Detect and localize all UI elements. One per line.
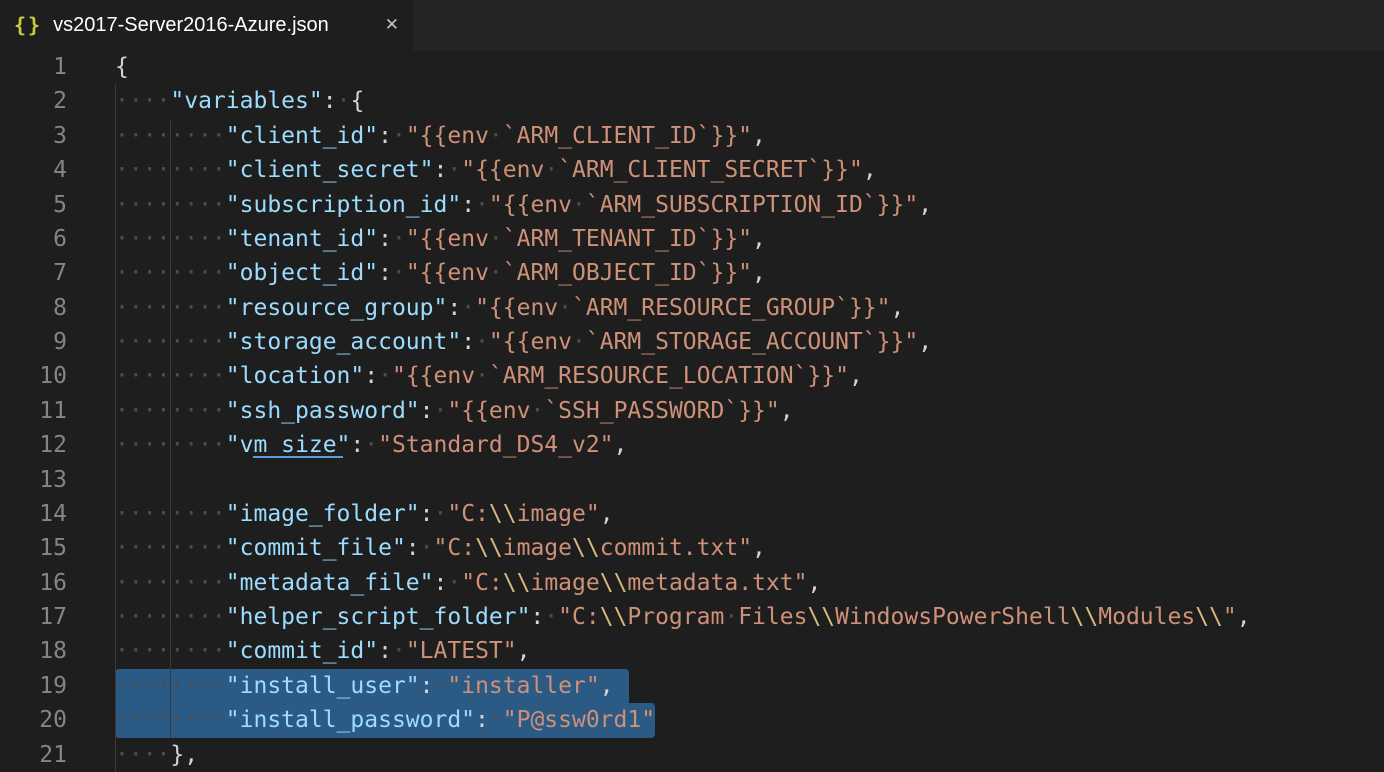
code-text: ········"ssh_password":·"{{env·`SSH_PASS…: [115, 394, 794, 428]
line-number[interactable]: 11: [0, 394, 67, 428]
line-number[interactable]: 10: [0, 359, 67, 393]
code-line[interactable]: 20 ········"install_password":·"P@ssw0rd1…: [0, 703, 1384, 737]
line-content[interactable]: ········"helper_script_folder":·"C:\\Pro…: [115, 600, 1384, 634]
code-line[interactable]: 8 ········"resource_group":·"{{env·`ARM_R…: [0, 291, 1384, 325]
info-underline: [253, 456, 343, 458]
code-text: ········"helper_script_folder":·"C:\\Pro…: [115, 600, 1251, 634]
line-number[interactable]: 16: [0, 566, 67, 600]
code-text: ········"resource_group":·"{{env·`ARM_RE…: [115, 291, 904, 325]
line-number[interactable]: 9: [0, 325, 67, 359]
line-number[interactable]: 2: [0, 84, 67, 118]
line-number[interactable]: 17: [0, 600, 67, 634]
line-number[interactable]: 14: [0, 497, 67, 531]
vscode-window: {} vs2017-Server2016-Azure.json ✕ 1{2···…: [0, 0, 1384, 772]
line-number[interactable]: 19: [0, 669, 67, 703]
line-content[interactable]: ····"variables":·{: [115, 84, 1384, 118]
line-number[interactable]: 18: [0, 634, 67, 668]
line-number[interactable]: 1: [0, 50, 67, 84]
line-content[interactable]: ········"location":·"{{env·`ARM_RESOURCE…: [115, 359, 1384, 393]
tab-close-icon[interactable]: ✕: [385, 15, 399, 35]
code-text: ········"subscription_id":·"{{env·`ARM_S…: [115, 188, 932, 222]
tab-vs2017-server2016-azure-json[interactable]: {} vs2017-Server2016-Azure.json ✕: [0, 0, 413, 50]
code-line[interactable]: 6 ········"tenant_id":·"{{env·`ARM_TENANT…: [0, 222, 1384, 256]
code-line[interactable]: 11 ········"ssh_password":·"{{env·`SSH_PA…: [0, 394, 1384, 428]
code-line[interactable]: 9 ········"storage_account":·"{{env·`ARM_…: [0, 325, 1384, 359]
line-number[interactable]: 20: [0, 703, 67, 737]
line-number[interactable]: 6: [0, 222, 67, 256]
line-number[interactable]: 7: [0, 256, 67, 290]
code-line[interactable]: 3 ········"client_id":·"{{env·`ARM_CLIENT…: [0, 119, 1384, 153]
code-text: ········"client_secret":·"{{env·`ARM_CLI…: [115, 153, 877, 187]
line-content[interactable]: ········"commit_id":·"LATEST",: [115, 634, 1384, 668]
code-text: {: [115, 50, 129, 84]
code-line[interactable]: 21 ····},: [0, 738, 1384, 772]
code-text: ····"variables":·{: [115, 84, 364, 118]
code-line[interactable]: 18 ········"commit_id":·"LATEST",: [0, 634, 1384, 668]
line-content[interactable]: ········"object_id":·"{{env·`ARM_OBJECT_…: [115, 256, 1384, 290]
code-text: ········"image_folder":·"C:\\image",: [115, 497, 614, 531]
line-number[interactable]: 13: [0, 463, 67, 497]
line-content[interactable]: ········"client_secret":·"{{env·`ARM_CLI…: [115, 153, 1384, 187]
line-content[interactable]: ········"install_password":·"P@ssw0rd1": [115, 703, 1384, 737]
code-text: ········"location":·"{{env·`ARM_RESOURCE…: [115, 359, 863, 393]
code-line[interactable]: 10 ········"location":·"{{env·`ARM_RESOUR…: [0, 359, 1384, 393]
line-number[interactable]: 8: [0, 291, 67, 325]
line-content[interactable]: ········"storage_account":·"{{env·`ARM_S…: [115, 325, 1384, 359]
line-content[interactable]: ········"client_id":·"{{env·`ARM_CLIENT_…: [115, 119, 1384, 153]
line-content[interactable]: ········"subscription_id":·"{{env·`ARM_S…: [115, 188, 1384, 222]
code-line[interactable]: 4 ········"client_secret":·"{{env·`ARM_CL…: [0, 153, 1384, 187]
code-line[interactable]: 15 ········"commit_file":·"C:\\image\\com…: [0, 531, 1384, 565]
line-content[interactable]: [115, 463, 1384, 497]
code-line[interactable]: 5 ········"subscription_id":·"{{env·`ARM_…: [0, 188, 1384, 222]
line-content[interactable]: ········"image_folder":·"C:\\image",: [115, 497, 1384, 531]
line-content[interactable]: ········"ssh_password":·"{{env·`SSH_PASS…: [115, 394, 1384, 428]
line-number[interactable]: 12: [0, 428, 67, 462]
line-content[interactable]: ····},: [115, 738, 1384, 772]
indent-guide: [170, 463, 171, 497]
line-number[interactable]: 5: [0, 188, 67, 222]
code-text: ········"vm_size":·"Standard_DS4_v2",: [115, 428, 627, 462]
code-line[interactable]: 19 ········"install_user":·"installer",: [0, 669, 1384, 703]
line-number[interactable]: 4: [0, 153, 67, 187]
code-line[interactable]: 16 ········"metadata_file":·"C:\\image\\m…: [0, 566, 1384, 600]
tab-title: vs2017-Server2016-Azure.json: [53, 14, 373, 37]
code-text: ········"tenant_id":·"{{env·`ARM_TENANT_…: [115, 222, 766, 256]
tab-bar: {} vs2017-Server2016-Azure.json ✕: [0, 0, 1384, 50]
code-line[interactable]: 12 ········"vm_size":·"Standard_DS4_v2",: [0, 428, 1384, 462]
line-number[interactable]: 3: [0, 119, 67, 153]
code-editor[interactable]: 1{2····"variables":·{3········"client_id…: [0, 50, 1384, 772]
code-text: ········"metadata_file":·"C:\\image\\met…: [115, 566, 821, 600]
code-text: ········"commit_id":·"LATEST",: [115, 634, 530, 668]
code-text: ········"client_id":·"{{env·`ARM_CLIENT_…: [115, 119, 766, 153]
code-line[interactable]: 7 ········"object_id":·"{{env·`ARM_OBJECT…: [0, 256, 1384, 290]
code-text: ········"commit_file":·"C:\\image\\commi…: [115, 531, 766, 565]
line-content[interactable]: {: [115, 50, 1384, 84]
code-line[interactable]: 17 ········"helper_script_folder":·"C:\\P…: [0, 600, 1384, 634]
line-content[interactable]: ········"tenant_id":·"{{env·`ARM_TENANT_…: [115, 222, 1384, 256]
code-line[interactable]: 13: [0, 463, 1384, 497]
line-content[interactable]: ········"metadata_file":·"C:\\image\\met…: [115, 566, 1384, 600]
code-text: ········"storage_account":·"{{env·`ARM_S…: [115, 325, 932, 359]
line-number[interactable]: 15: [0, 531, 67, 565]
code-line[interactable]: 14 ········"image_folder":·"C:\\image",: [0, 497, 1384, 531]
code-text: ········"object_id":·"{{env·`ARM_OBJECT_…: [115, 256, 766, 290]
code-text: ····},: [115, 738, 198, 772]
line-content[interactable]: ········"commit_file":·"C:\\image\\commi…: [115, 531, 1384, 565]
json-file-icon: {}: [14, 13, 42, 37]
line-content[interactable]: ········"vm_size":·"Standard_DS4_v2",: [115, 428, 1384, 462]
code-text: ········"install_password":·"P@ssw0rd1": [115, 703, 655, 737]
line-content[interactable]: ········"install_user":·"installer",: [115, 669, 1384, 703]
line-number[interactable]: 21: [0, 738, 67, 772]
line-content[interactable]: ········"resource_group":·"{{env·`ARM_RE…: [115, 291, 1384, 325]
code-line[interactable]: 1{: [0, 50, 1384, 84]
indent-guide: [115, 463, 116, 497]
code-line[interactable]: 2 ····"variables":·{: [0, 84, 1384, 118]
code-text: ········"install_user":·"installer",: [115, 669, 614, 703]
